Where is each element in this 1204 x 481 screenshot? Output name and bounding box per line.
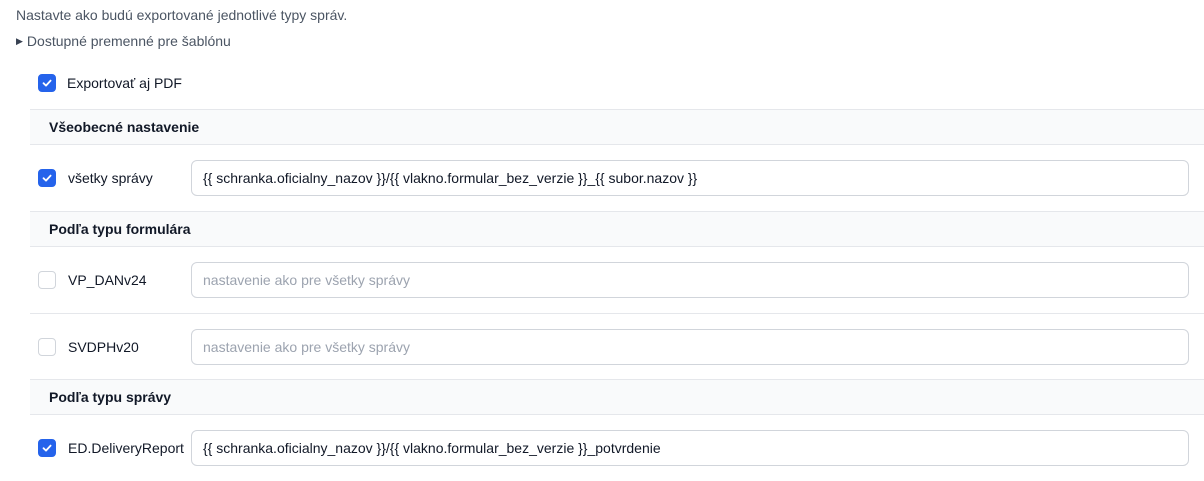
filename-template-input[interactable] <box>191 328 1189 365</box>
template-row: VP_DANv24 <box>30 247 1204 313</box>
template-row: SVDPHv20 <box>30 313 1204 379</box>
message-type-checkbox[interactable] <box>38 337 56 356</box>
variables-disclosure[interactable]: ▶ Dostupné premenné pre šablónu <box>16 33 231 49</box>
message-type-label: všetky správy <box>68 170 153 186</box>
export-settings-table: Všeobecné nastavenie všetky správy Podľa t… <box>30 109 1204 481</box>
message-type-checkbox[interactable] <box>38 169 56 187</box>
message-type-label: ED.DeliveryReport <box>68 440 184 456</box>
message-type-checkbox[interactable] <box>38 439 56 457</box>
section-header: Všeobecné nastavenie <box>30 109 1204 145</box>
message-type-option: VP_DANv24 <box>30 271 191 289</box>
intro-text: Nastavte ako budú exportované jednotlivé… <box>16 7 348 23</box>
message-type-option: všetky správy <box>30 169 191 187</box>
filename-template-input[interactable] <box>191 430 1189 466</box>
message-type-label: VP_DANv24 <box>68 272 147 288</box>
export-pdf-option: Exportovať aj PDF <box>38 74 182 92</box>
export-pdf-checkbox[interactable] <box>38 74 56 92</box>
message-type-option: ED.DeliveryReport <box>30 439 191 457</box>
message-type-option: SVDPHv20 <box>30 337 191 356</box>
variables-disclosure-label: Dostupné premenné pre šablónu <box>26 33 231 49</box>
filename-template-input[interactable] <box>191 160 1189 196</box>
disclosure-triangle-icon: ▶ <box>16 35 23 46</box>
checkmark-icon <box>42 174 52 182</box>
message-type-checkbox[interactable] <box>38 271 56 289</box>
template-row: ED.DeliveryReport <box>30 415 1204 481</box>
checkmark-icon <box>42 444 52 452</box>
section-header: Podľa typu správy <box>30 379 1204 415</box>
filename-template-input[interactable] <box>191 262 1189 298</box>
section-header: Podľa typu formulára <box>30 211 1204 247</box>
checkmark-icon <box>42 79 52 87</box>
export-pdf-label: Exportovať aj PDF <box>67 75 182 91</box>
message-type-label: SVDPHv20 <box>68 338 139 355</box>
template-row: všetky správy <box>30 145 1204 211</box>
